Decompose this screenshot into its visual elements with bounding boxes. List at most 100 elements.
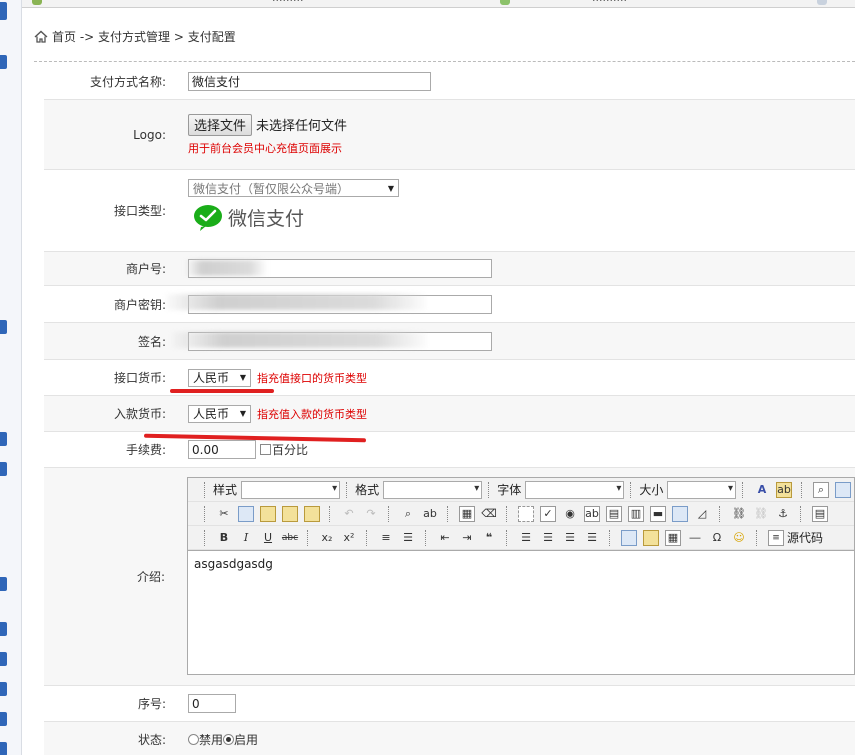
choose-file-button[interactable]: 选择文件 [188, 113, 253, 136]
template-icon[interactable]: ▤ [812, 505, 828, 522]
breadcrumb-text[interactable]: 首页 -> 支付方式管理 > 支付配置 [52, 28, 236, 45]
status-disabled-radio[interactable] [188, 734, 199, 745]
font-combo[interactable] [525, 480, 625, 499]
size-combo[interactable] [667, 480, 737, 499]
breadcrumb: 首页 -> 支付方式管理 > 支付配置 [34, 28, 236, 45]
interface-currency-select[interactable]: 人民币 ▼ [188, 368, 251, 387]
undo-icon[interactable]: ↶ [341, 506, 357, 522]
percentage-checkbox[interactable] [260, 444, 271, 455]
background-color-icon[interactable]: ab [776, 481, 793, 498]
interface-type-select[interactable]: 微信支付（暂仅限公众号端） ▼ [188, 179, 399, 197]
cut-icon[interactable]: ✂ [216, 506, 232, 522]
tab-label[interactable]: ········· [272, 0, 303, 7]
left-strip-tab[interactable] [0, 320, 7, 334]
flash-icon[interactable] [643, 529, 659, 546]
left-strip-tab[interactable] [0, 462, 7, 476]
subscript-icon[interactable]: x₂ [319, 530, 335, 546]
tab-label[interactable]: ·········· [592, 0, 627, 7]
link-icon[interactable]: ⛓ [731, 506, 747, 522]
textfield-icon[interactable]: ab [584, 505, 600, 522]
align-right-icon[interactable]: ☰ [562, 530, 578, 546]
tab-icon [32, 0, 42, 5]
anchor-icon[interactable]: ⚓ [775, 506, 791, 522]
italic-icon[interactable]: I [238, 530, 254, 546]
image-button-icon[interactable] [672, 505, 688, 522]
row-intro: 介绍: 样式 格式 字体 大小 A ab [44, 468, 855, 686]
unlink-icon[interactable]: ⛓ [753, 506, 769, 522]
format-combo[interactable] [383, 480, 483, 499]
form-icon[interactable] [518, 505, 534, 522]
indent-icon[interactable]: ⇥ [459, 530, 475, 546]
interface-currency-value: 人民币 [193, 371, 230, 385]
left-strip-tab[interactable] [0, 682, 7, 696]
paste-icon[interactable] [260, 505, 276, 522]
editor-toolbar-row-2: ✂ ↶ ↷ ⌕ ab ▦ ⌫ ✓ ◉ ab ▤ ▥ ▬ ◿ ⛓ ⛓ ⚓ ▤ [188, 502, 854, 526]
fee-input[interactable] [188, 440, 256, 459]
paste-word-icon[interactable] [304, 505, 320, 522]
left-strip-tab[interactable] [0, 577, 7, 591]
left-strip-tab[interactable] [0, 652, 7, 666]
align-center-icon[interactable]: ☰ [540, 530, 556, 546]
payment-name-input[interactable] [188, 72, 431, 91]
source-code-icon[interactable]: ≡ [768, 529, 784, 546]
redo-icon[interactable]: ↷ [363, 506, 379, 522]
font-label: 字体 [497, 483, 522, 497]
order-input[interactable] [188, 694, 236, 713]
chevron-down-icon: ▼ [387, 183, 394, 193]
status-enabled-radio[interactable] [223, 734, 235, 745]
align-left-icon[interactable]: ☰ [518, 530, 534, 546]
logo-note: 用于前台会员中心充值页面展示 [188, 141, 342, 155]
numbered-list-icon[interactable]: ≡ [378, 530, 394, 546]
align-justify-icon[interactable]: ☰ [584, 530, 600, 546]
button-icon[interactable]: ▬ [650, 505, 666, 522]
copy-icon[interactable] [238, 505, 254, 522]
source-code-button[interactable]: 源代码 [787, 529, 823, 546]
redaction-blur [186, 260, 266, 276]
table-icon[interactable]: ▦ [665, 529, 681, 546]
deposit-currency-hint: 指充值入款的货币类型 [257, 407, 367, 421]
hidden-field-icon[interactable]: ◿ [694, 506, 710, 522]
blockquote-icon[interactable]: ❝ [481, 530, 497, 546]
text-color-icon[interactable]: A [754, 482, 770, 498]
top-tab-bar: ········· ·········· [22, 0, 855, 8]
redaction-blur [166, 294, 426, 310]
smiley-icon[interactable]: ☺ [731, 530, 747, 546]
textarea-icon[interactable]: ▤ [606, 505, 622, 522]
bold-icon[interactable]: B [216, 530, 232, 546]
eraser-icon[interactable]: ⌫ [481, 506, 497, 522]
special-char-icon[interactable]: Ω [709, 530, 725, 546]
wechat-pay-icon [194, 205, 222, 231]
left-strip-tab[interactable] [0, 712, 7, 726]
file-status-text: 未选择任何文件 [256, 119, 348, 134]
strikethrough-icon[interactable]: abc [282, 530, 298, 546]
tab-icon [817, 0, 827, 5]
left-strip-tab[interactable] [0, 2, 7, 20]
radio-icon[interactable]: ◉ [562, 506, 578, 522]
home-icon [34, 30, 48, 43]
style-combo[interactable] [240, 480, 341, 499]
deposit-currency-select[interactable]: 人民币 ▼ [188, 404, 251, 423]
horizontal-rule-icon[interactable]: ― [687, 530, 703, 546]
preview-icon[interactable]: ⌕ [813, 481, 830, 498]
left-strip-tab[interactable] [0, 55, 7, 69]
intro-label: 介绍: [136, 570, 165, 584]
editor-content[interactable]: asgasdgasdg [188, 550, 854, 674]
left-strip-tab[interactable] [0, 432, 7, 446]
replace-icon[interactable]: ab [422, 506, 438, 522]
maximize-icon[interactable] [835, 481, 852, 498]
style-label: 样式 [212, 483, 237, 497]
find-icon[interactable]: ⌕ [400, 506, 416, 522]
underline-icon[interactable]: U [260, 530, 276, 546]
tab-icon [500, 0, 510, 5]
left-frame-strip [0, 0, 22, 755]
image-icon[interactable] [621, 529, 637, 546]
bulleted-list-icon[interactable]: ☰ [400, 530, 416, 546]
left-strip-tab[interactable] [0, 742, 7, 755]
select-all-icon[interactable]: ▦ [459, 505, 475, 522]
left-strip-tab[interactable] [0, 622, 7, 636]
superscript-icon[interactable]: x² [341, 530, 357, 546]
checkbox-icon[interactable]: ✓ [540, 505, 556, 522]
select-icon[interactable]: ▥ [628, 505, 644, 522]
outdent-icon[interactable]: ⇤ [437, 530, 453, 546]
paste-text-icon[interactable] [282, 505, 298, 522]
